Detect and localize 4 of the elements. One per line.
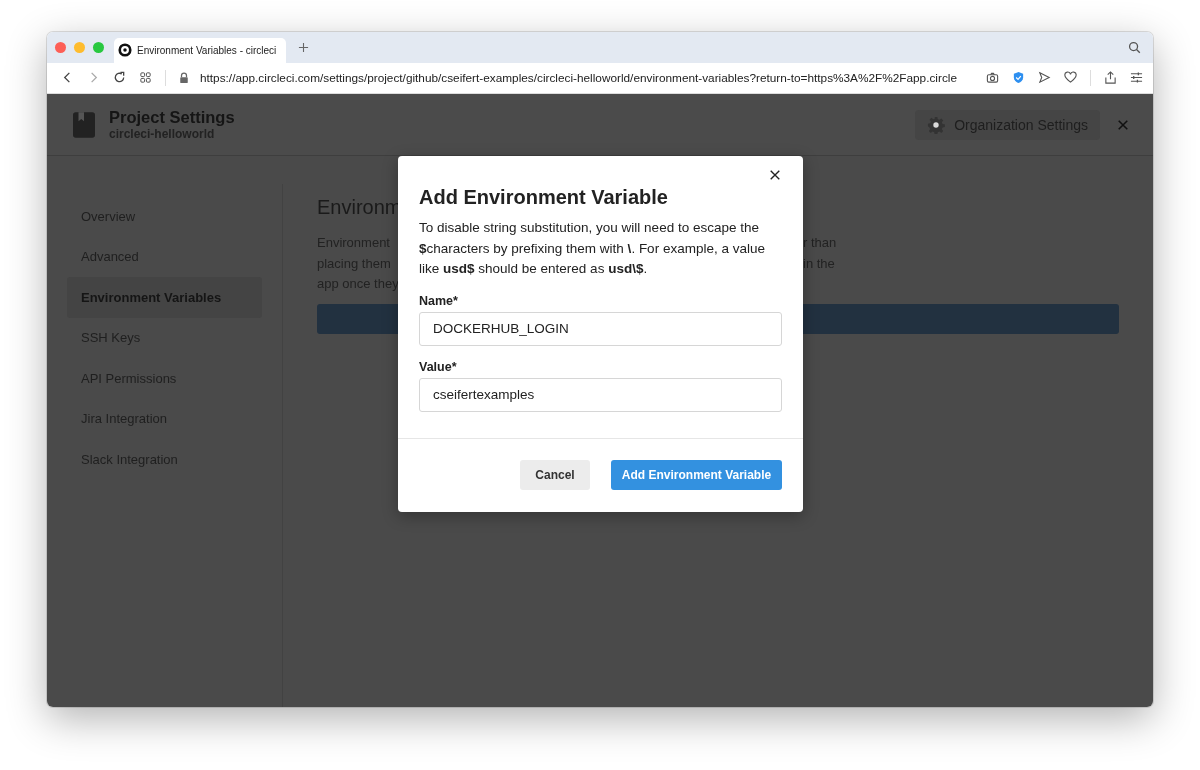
field-label: Name* bbox=[419, 293, 459, 308]
dialog-title: Add Environment Variable bbox=[419, 185, 669, 209]
dialog-description: To disable string substitution, you will need to escape the $characters by prefixing them with \. For example, a value like usd$ should be entered as usd\$. bbox=[419, 219, 766, 278]
field-label: Value* bbox=[419, 359, 458, 374]
